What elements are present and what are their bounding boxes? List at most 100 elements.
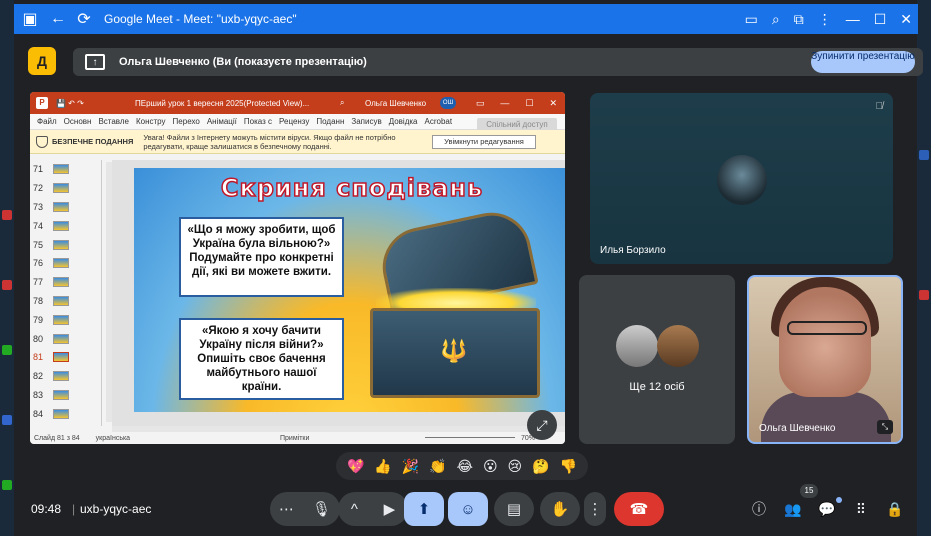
ppt-quick-access-icon[interactable]: 💾 ↶ ↷ bbox=[56, 99, 84, 108]
presenting-label: Ольга Шевченко (Ви (показуєте презентаці… bbox=[119, 56, 367, 68]
participant-tile[interactable]: 🎙̸ Илья Борзило bbox=[590, 93, 893, 264]
trident-icon: 🔱 bbox=[440, 338, 468, 363]
notes-button[interactable]: Примітки bbox=[280, 435, 309, 442]
slide-thumbnail[interactable]: 79 bbox=[30, 310, 101, 329]
slide-thumbnail[interactable]: 75 bbox=[30, 235, 101, 254]
reaction-laugh-icon[interactable]: 😂 bbox=[457, 458, 473, 475]
ppt-menu-item[interactable]: Перехо bbox=[173, 117, 200, 126]
reactions-bar: 💖 👍 🎉 👏 😂 😮 😢 🤔 👎 bbox=[336, 452, 588, 480]
slide-thumbnail[interactable]: 76 bbox=[30, 254, 101, 273]
captions-button[interactable]: ▤ bbox=[494, 492, 534, 526]
desktop-right-strip bbox=[917, 0, 931, 536]
slide-thumbnail[interactable]: 78 bbox=[30, 292, 101, 311]
enable-editing-button[interactable]: Увімкнути редагування bbox=[432, 135, 536, 149]
self-view-tile[interactable]: Ольга Шевченко ⤡ bbox=[747, 275, 903, 444]
ppt-menu-item[interactable]: Записув bbox=[351, 117, 381, 126]
slide-thumbnail[interactable]: 82 bbox=[30, 367, 101, 386]
reaction-clap-icon[interactable]: 👏 bbox=[429, 458, 446, 475]
slide-question-1: «Що я можу зробити, щоб Україна була віл… bbox=[179, 217, 344, 297]
slide-thumbnail[interactable]: 84 bbox=[30, 404, 101, 423]
ppt-menu-item[interactable]: Основн bbox=[64, 117, 92, 126]
reaction-thumbs-down-icon[interactable]: 👎 bbox=[560, 458, 577, 475]
extensions-icon[interactable]: ⧉ bbox=[794, 11, 804, 28]
mic-button[interactable]: ⋯ 🎙 bbox=[270, 492, 340, 526]
desktop-icon[interactable] bbox=[2, 415, 12, 425]
slide-thumbnails: 71 72 73 74 75 76 77 78 79 80 81 82 83 8… bbox=[30, 160, 102, 426]
camera-status-icon[interactable]: ▭ bbox=[745, 11, 758, 28]
reaction-surprised-icon[interactable]: 😮 bbox=[483, 458, 498, 475]
current-slide[interactable]: Скриня сподівань «Що я можу зробити, щоб… bbox=[134, 168, 565, 412]
ppt-minimize-icon[interactable]: — bbox=[500, 98, 509, 109]
back-arrow-icon[interactable]: ← bbox=[48, 9, 68, 29]
close-icon[interactable]: ✕ bbox=[900, 11, 912, 28]
camera-icon: ▶ bbox=[383, 501, 396, 518]
ppt-menu-item[interactable]: Вставле bbox=[98, 117, 129, 126]
separator: | bbox=[72, 502, 76, 516]
powerpoint-icon: P bbox=[36, 97, 48, 109]
reaction-heart-icon[interactable]: 💖 bbox=[347, 458, 364, 475]
slide-thumbnail[interactable]: 83 bbox=[30, 386, 101, 405]
desktop-icon[interactable] bbox=[919, 290, 929, 300]
reaction-party-icon[interactable]: 🎉 bbox=[402, 458, 419, 475]
stop-presenting-button[interactable]: Зупинити презентацію bbox=[811, 51, 915, 73]
protected-view-bar: БЕЗПЕЧНЕ ПОДАННЯ Увага! Файли з Інтернет… bbox=[30, 130, 565, 154]
ppt-user-name: Ольга Шевченко bbox=[365, 98, 427, 108]
self-view-options-icon[interactable]: ⤡ bbox=[877, 420, 893, 434]
meeting-code: uxb-yqyc-aec bbox=[80, 502, 152, 516]
slide-thumbnail[interactable]: 77 bbox=[30, 273, 101, 292]
ppt-maximize-icon[interactable]: ☐ bbox=[525, 98, 533, 109]
activities-button[interactable]: ⠿ bbox=[850, 498, 872, 520]
reaction-thumbs-up-icon[interactable]: 👍 bbox=[374, 458, 391, 475]
meeting-info-button[interactable]: ⓘ bbox=[748, 498, 770, 520]
desktop-icon[interactable] bbox=[2, 480, 12, 490]
slide-counter: Слайд 81 з 84 bbox=[34, 434, 80, 442]
leave-call-button[interactable]: ☎ bbox=[614, 492, 664, 526]
raise-hand-button[interactable]: ✋ bbox=[540, 492, 580, 526]
reactions-button[interactable]: ☺ bbox=[448, 492, 488, 526]
desktop-icon[interactable] bbox=[2, 280, 12, 290]
ppt-close-icon[interactable]: ✕ bbox=[549, 98, 557, 109]
ppt-menu-item[interactable]: Показ с bbox=[244, 117, 272, 126]
chevron-up-icon[interactable]: ^ bbox=[351, 501, 358, 518]
ppt-ribbon-icon[interactable]: ▭ bbox=[476, 98, 485, 109]
zoom-slider[interactable] bbox=[425, 437, 515, 438]
host-controls-button[interactable]: 🔒 bbox=[884, 498, 906, 520]
desktop-icon[interactable] bbox=[2, 210, 12, 220]
slide-thumbnail[interactable]: 73 bbox=[30, 198, 101, 217]
maximize-icon[interactable]: ☐ bbox=[874, 11, 887, 28]
slide-thumbnail[interactable]: 72 bbox=[30, 179, 101, 198]
slide-thumbnail[interactable]: 71 bbox=[30, 160, 101, 179]
desktop-icon[interactable] bbox=[919, 150, 929, 160]
slide-thumbnail[interactable]: 74 bbox=[30, 216, 101, 235]
ppt-menu-item[interactable]: Анімації bbox=[207, 117, 237, 126]
people-button[interactable]: 👥 bbox=[782, 498, 804, 520]
reload-icon[interactable]: ⟳ bbox=[74, 9, 94, 29]
window-title-bar: ▣ ← ⟳ Google Meet - Meet: "uxb-yqyc-aec"… bbox=[14, 4, 918, 34]
more-audio-icon[interactable]: ⋯ bbox=[279, 500, 294, 518]
ppt-menu-item[interactable]: Поданн bbox=[316, 117, 344, 126]
chat-button[interactable]: 💬 bbox=[816, 498, 838, 520]
reaction-thinking-icon[interactable]: 🤔 bbox=[532, 458, 549, 475]
ppt-user-avatar[interactable]: ОШ bbox=[440, 97, 456, 109]
desktop-icon[interactable] bbox=[2, 345, 12, 355]
info-icon: ⓘ bbox=[752, 501, 766, 517]
minimize-icon[interactable]: — bbox=[846, 11, 860, 27]
slide-thumbnail[interactable]: 80 bbox=[30, 329, 101, 348]
reaction-sad-icon[interactable]: 😢 bbox=[508, 458, 523, 475]
more-options-button[interactable]: ⋮ bbox=[584, 492, 606, 526]
present-screen-button[interactable]: ⬆ bbox=[404, 492, 444, 526]
ppt-menu-item[interactable]: Констру bbox=[136, 117, 166, 126]
camera-button[interactable]: ^ ▶ bbox=[338, 492, 408, 526]
slide-thumbnail-active[interactable]: 81 bbox=[30, 348, 101, 367]
ppt-menu-item[interactable]: Acrobat bbox=[425, 117, 453, 126]
meeting-time: 09:48 bbox=[31, 502, 62, 516]
ppt-search-icon[interactable]: ⌕ bbox=[340, 98, 344, 108]
more-options-icon[interactable]: ⋮ bbox=[818, 11, 832, 28]
more-participants-tile[interactable]: Ще 12 осіб bbox=[579, 275, 735, 444]
language-indicator[interactable]: українська bbox=[96, 435, 130, 442]
ppt-menu-item[interactable]: Рецензу bbox=[279, 117, 309, 126]
ppt-menu-item[interactable]: Довідка bbox=[389, 117, 418, 126]
expand-presentation-button[interactable]: ⤢ bbox=[527, 410, 557, 440]
ppt-menu-item[interactable]: Файл bbox=[37, 117, 57, 126]
zoom-icon[interactable]: ⌕ bbox=[772, 11, 780, 28]
